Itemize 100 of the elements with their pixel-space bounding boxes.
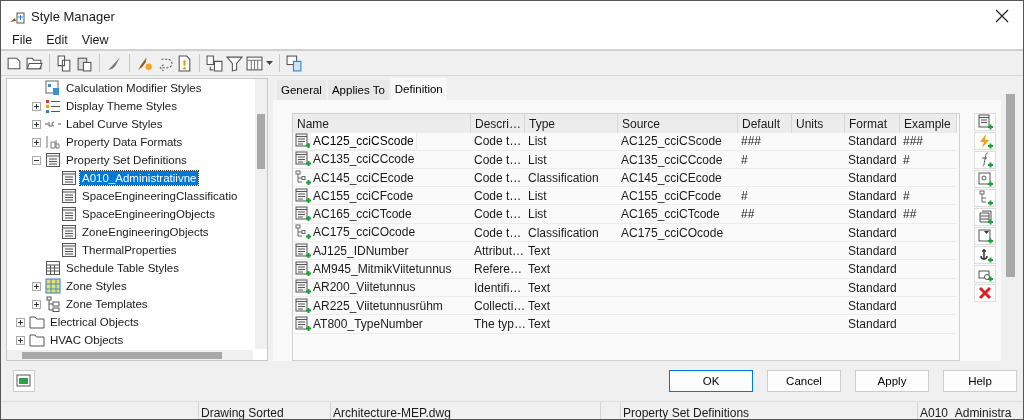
column-header[interactable]: Format xyxy=(845,114,900,133)
table-cell: Text xyxy=(528,298,550,313)
table-cell: Standard xyxy=(848,280,897,295)
table-cell: Standard xyxy=(848,170,897,185)
delete-icon xyxy=(978,286,992,300)
lightning-plus-button[interactable] xyxy=(974,132,996,150)
column-header[interactable]: Default xyxy=(738,114,792,133)
list-plus-icon xyxy=(977,114,993,130)
menu-item[interactable]: File xyxy=(5,33,40,47)
column-header[interactable]: Example xyxy=(900,114,957,133)
table-cell: Standard xyxy=(848,207,897,222)
document-list-icon xyxy=(61,188,77,204)
tree-item[interactable]: SpaceEngineeringObjects xyxy=(80,207,217,221)
document-swap-icon[interactable] xyxy=(206,54,223,72)
table-cell[interactable]: AC155_cciCFcode xyxy=(311,187,416,204)
table-cell: Standard xyxy=(848,225,897,240)
tree-item[interactable]: Property Set Definitions xyxy=(64,153,189,167)
list-plus-button[interactable] xyxy=(974,113,996,131)
tree-item[interactable]: HVAC Objects xyxy=(48,333,126,347)
column-header[interactable]: Type xyxy=(525,114,618,133)
menu-item[interactable]: Edit xyxy=(39,33,75,47)
stack-plus-button[interactable] xyxy=(974,208,996,226)
column-header[interactable]: Descri… xyxy=(471,114,525,133)
expand-icon[interactable] xyxy=(32,101,41,111)
status-text: Property Set Definitions xyxy=(623,406,750,419)
document-warning-icon[interactable] xyxy=(176,54,193,72)
tree-item[interactable]: Calculation Modifier Styles xyxy=(64,81,204,95)
expand-icon[interactable] xyxy=(16,335,25,345)
expand-icon[interactable] xyxy=(32,119,41,129)
tree-item[interactable]: Zone Styles xyxy=(64,279,129,293)
window-button[interactable] xyxy=(13,370,35,392)
folder-icon xyxy=(29,314,45,330)
column-header[interactable]: Name xyxy=(293,114,471,133)
expand-icon[interactable] xyxy=(16,317,25,327)
table-cell[interactable]: AR200_Viitetunnus xyxy=(311,279,418,296)
brush-star-icon[interactable] xyxy=(136,54,153,72)
expand-icon[interactable] xyxy=(32,281,41,291)
scrollbar[interactable] xyxy=(7,350,253,360)
tree-item[interactable]: SpaceEngineeringClassificatio xyxy=(80,189,240,203)
document-list-icon xyxy=(61,206,77,222)
image-plus-button[interactable] xyxy=(974,170,996,188)
table-cell[interactable]: AR225_Viitetunnusrühm xyxy=(311,297,445,314)
table-cell: ### xyxy=(741,134,762,149)
window-icon xyxy=(16,373,32,389)
table-cell[interactable]: AC135_cciCCcode xyxy=(311,151,417,168)
window-copy-icon[interactable] xyxy=(286,54,303,72)
table-cell: Standard xyxy=(848,189,897,204)
tree-item[interactable]: Display Theme Styles xyxy=(64,99,179,113)
expand-icon[interactable] xyxy=(32,137,41,147)
formula-plus-button[interactable] xyxy=(974,151,996,169)
copy-icon[interactable] xyxy=(56,54,73,72)
table-cell: AC125_cciCScode xyxy=(621,134,722,149)
list-plus-icon xyxy=(295,132,311,149)
dialog-button[interactable]: Apply xyxy=(855,370,929,392)
tree-item[interactable]: A010_Administratiivne xyxy=(80,171,199,185)
dialog-button[interactable]: OK xyxy=(669,370,753,392)
tree-item[interactable]: ThermalProperties xyxy=(80,243,179,257)
column-header[interactable]: Source xyxy=(618,114,738,133)
tab[interactable]: Definition xyxy=(390,78,447,100)
table-cell[interactable]: AM945_MitmikViitetunnus xyxy=(311,261,454,277)
tab[interactable]: General xyxy=(277,80,326,100)
frame-plus-button[interactable] xyxy=(974,227,996,245)
collapse-icon[interactable] xyxy=(32,155,41,165)
menu-item[interactable]: View xyxy=(74,33,116,47)
table-cell: Refere… xyxy=(474,262,523,277)
screen-plus-button[interactable] xyxy=(974,265,996,283)
anchor-plus-button[interactable] xyxy=(974,246,996,264)
folder-icon xyxy=(29,332,45,348)
table-cell[interactable]: AC145_cciCEcode xyxy=(311,169,416,186)
table-cell[interactable]: AC175_cciCOcode xyxy=(311,224,418,241)
scrollbar[interactable] xyxy=(255,79,267,349)
dialog-button[interactable]: Cancel xyxy=(767,370,841,392)
tree-item[interactable]: Label Curve Styles xyxy=(64,117,165,131)
filter-icon[interactable] xyxy=(226,54,243,72)
close-icon[interactable] xyxy=(995,9,1009,23)
dialog-button[interactable]: Help xyxy=(943,370,1017,392)
brush-icon[interactable] xyxy=(106,54,123,72)
table-icon[interactable] xyxy=(246,54,263,72)
table-cell: AC175_cciCOcode xyxy=(621,225,724,240)
tree-item[interactable]: Property Data Formats xyxy=(64,135,185,149)
tree-plus-button[interactable] xyxy=(974,189,996,207)
column-header[interactable]: Units xyxy=(792,114,845,133)
tree-item[interactable]: Schedule Table Styles xyxy=(64,261,181,275)
table-cell: Code t… xyxy=(474,225,522,240)
expand-icon[interactable] xyxy=(32,299,41,309)
scrollbar-thumb[interactable] xyxy=(1006,94,1015,277)
tree-item[interactable]: Zone Templates xyxy=(64,297,150,311)
image-plus-icon xyxy=(977,171,993,187)
table-cell[interactable]: AC125_cciCScode xyxy=(311,132,416,149)
tree-item[interactable]: Electrical Objects xyxy=(48,315,141,329)
table-cell[interactable]: AC165_cciCTcode xyxy=(311,206,414,223)
table-cell[interactable]: AJ125_IDNumber xyxy=(311,242,411,259)
tree-item[interactable]: ZoneEngineeringObjects xyxy=(80,225,211,239)
table-cell[interactable]: AT800_TypeNumber xyxy=(311,315,425,332)
table-cell: ## xyxy=(741,207,755,222)
tab[interactable]: Applies To xyxy=(327,80,389,100)
stack-plus-icon xyxy=(977,209,993,225)
caret-icon[interactable] xyxy=(266,61,273,65)
delete-button[interactable] xyxy=(974,284,996,302)
table-cell: Standard xyxy=(848,152,897,167)
